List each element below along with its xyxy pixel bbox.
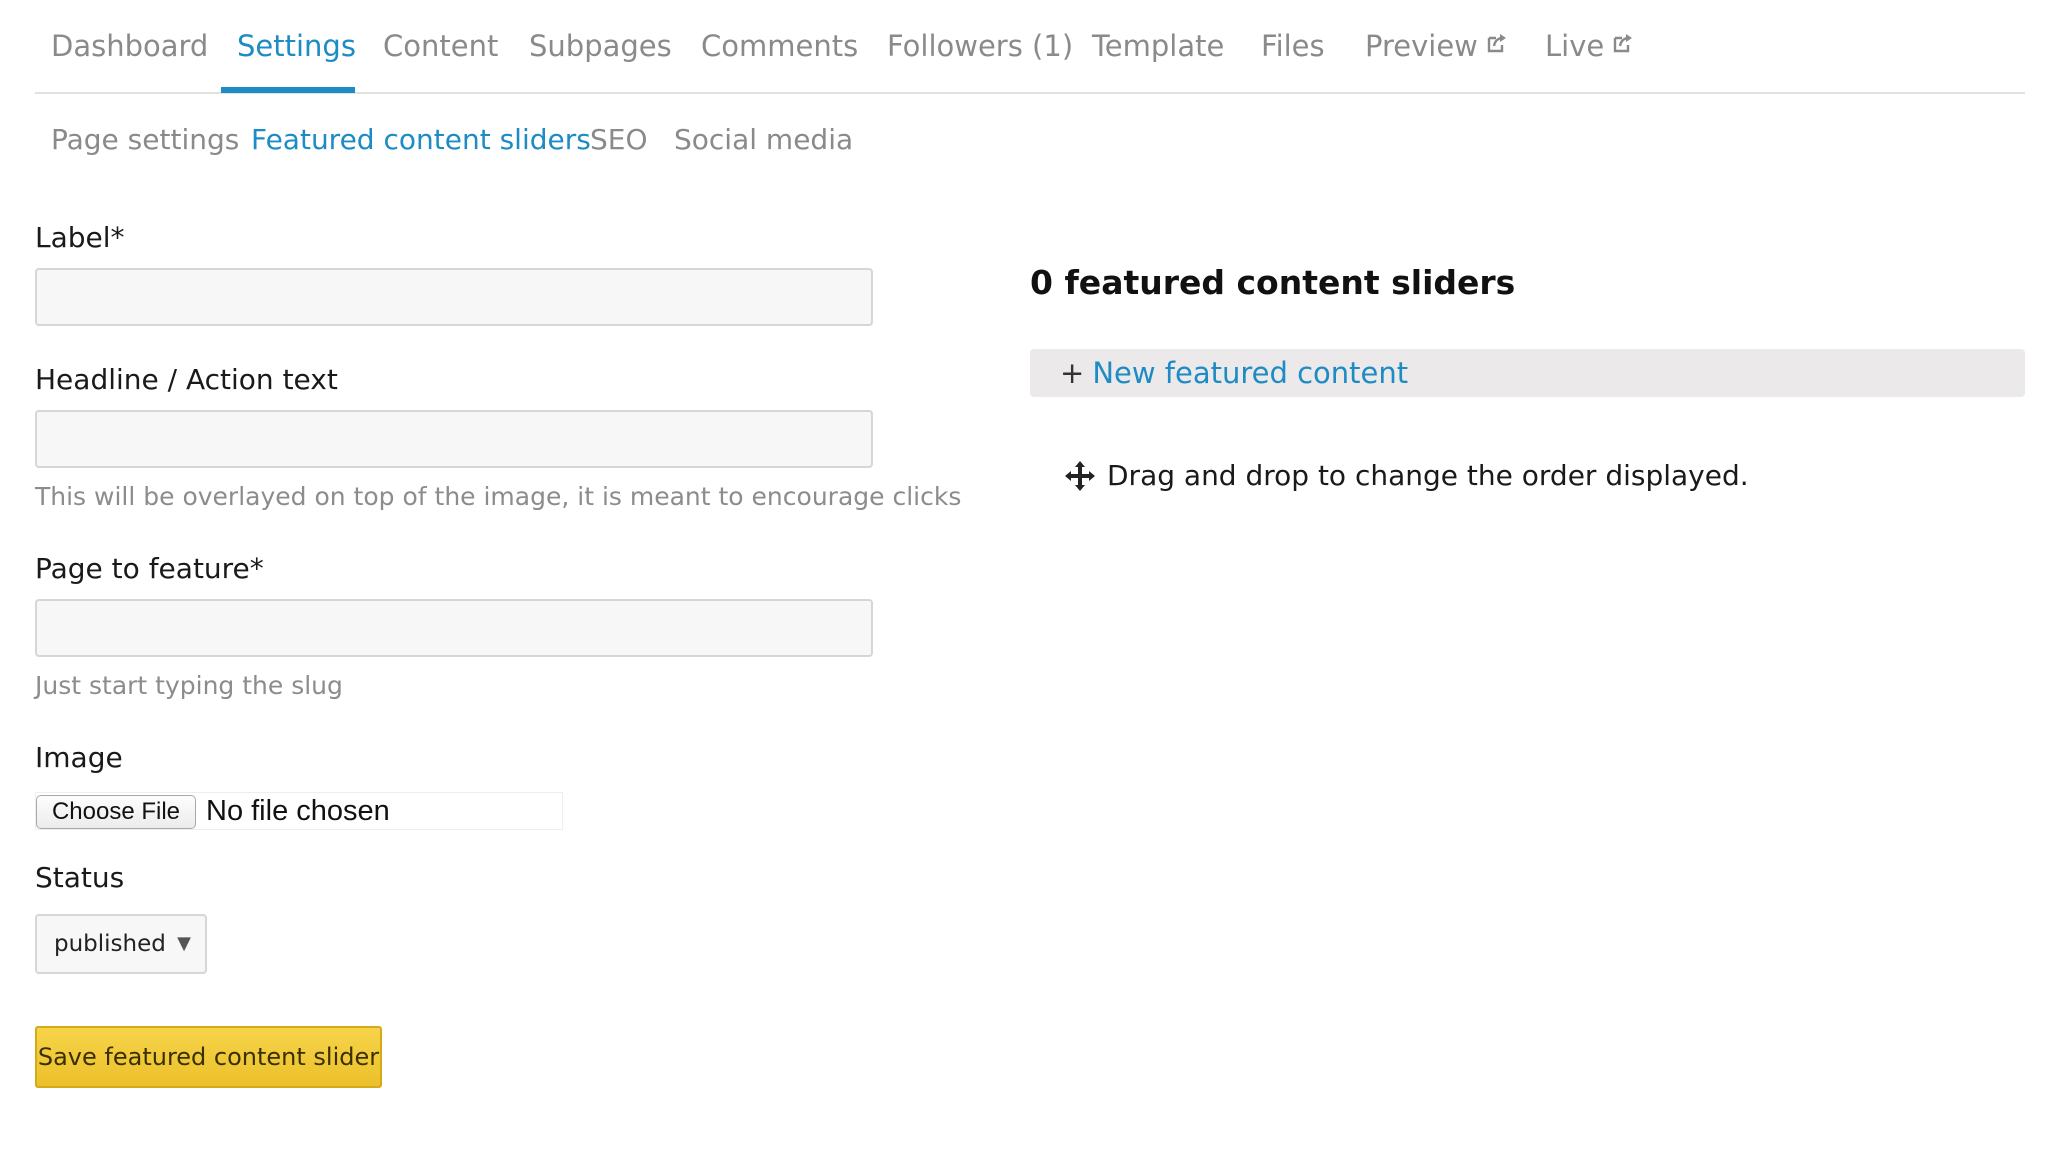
tab-settings[interactable]: Settings <box>237 26 356 66</box>
headline-field-label: Headline / Action text <box>35 363 338 396</box>
tab-preview[interactable]: Preview <box>1365 26 1508 66</box>
move-arrows-icon <box>1065 461 1095 491</box>
drag-hint-text: Drag and drop to change the order displa… <box>1107 459 1749 492</box>
save-button[interactable]: Save featured content slider <box>35 1026 382 1088</box>
external-link-icon <box>1614 34 1633 53</box>
new-featured-content-link[interactable]: + New featured content <box>1060 353 1408 393</box>
tab-subpages[interactable]: Subpages <box>529 26 672 66</box>
label-field-label: Label* <box>35 221 125 254</box>
subtab-social-media[interactable]: Social media <box>674 120 853 160</box>
choose-file-button[interactable]: Choose File <box>36 795 196 829</box>
subtab-seo[interactable]: SEO <box>590 120 648 160</box>
tab-preview-label: Preview <box>1365 29 1478 63</box>
file-status-text: No file chosen <box>206 795 390 827</box>
external-link-icon <box>1487 34 1506 53</box>
image-file-input: Choose File No file chosen <box>35 792 563 830</box>
tab-live[interactable]: Live <box>1545 26 1634 66</box>
page-to-feature-input[interactable] <box>35 599 873 657</box>
page-field-label: Page to feature* <box>35 552 264 585</box>
tab-content[interactable]: Content <box>383 26 498 66</box>
page-field-hint: Just start typing the slug <box>35 671 343 700</box>
active-tab-indicator <box>221 87 355 93</box>
new-featured-content-label: New featured content <box>1092 356 1409 390</box>
label-input[interactable] <box>35 268 873 326</box>
caret-down-icon: ▼ <box>177 933 191 954</box>
tab-live-label: Live <box>1545 29 1605 63</box>
sliders-count-heading: 0 featured content sliders <box>1030 263 1516 302</box>
tab-files[interactable]: Files <box>1261 26 1325 66</box>
plus-icon: + <box>1060 356 1085 390</box>
status-field-label: Status <box>35 861 125 894</box>
new-featured-content-bar: + New featured content <box>1030 349 2025 397</box>
tab-followers[interactable]: Followers (1) <box>887 26 1073 66</box>
headline-hint: This will be overlayed on top of the ima… <box>35 482 962 511</box>
drag-hint-row: Drag and drop to change the order displa… <box>1063 456 1749 496</box>
subtab-featured-content-sliders[interactable]: Featured content sliders <box>251 120 591 160</box>
tab-template[interactable]: Template <box>1092 26 1224 66</box>
tab-comments[interactable]: Comments <box>701 26 858 66</box>
tab-dashboard[interactable]: Dashboard <box>51 26 208 66</box>
subtab-page-settings[interactable]: Page settings <box>51 120 239 160</box>
image-field-label: Image <box>35 741 123 774</box>
status-select[interactable]: published ▼ <box>35 914 207 974</box>
headline-input[interactable] <box>35 410 873 468</box>
top-tab-bar: Dashboard Settings Content Subpages Comm… <box>35 0 2025 94</box>
status-selected-value: published <box>54 931 166 957</box>
